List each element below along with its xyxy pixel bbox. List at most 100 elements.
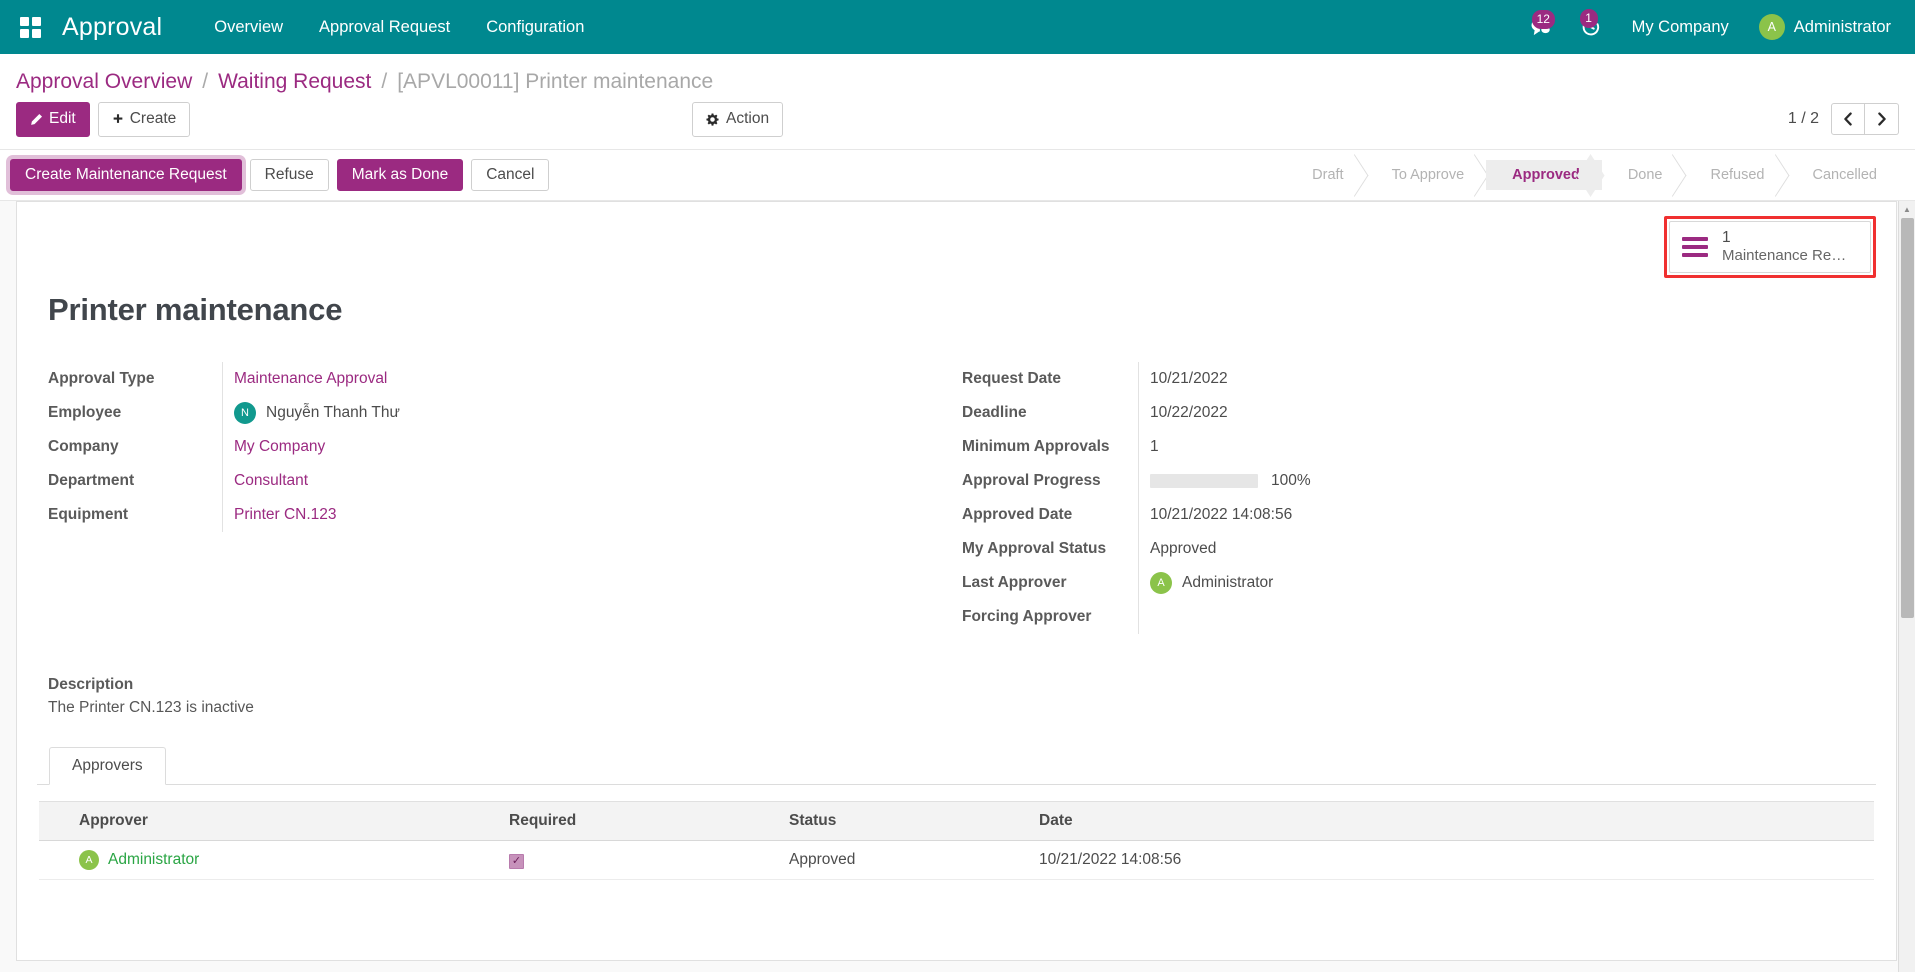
column-date: Date [1029, 801, 1874, 840]
vertical-scrollbar[interactable]: ▲ [1898, 201, 1915, 972]
description-text: The Printer CN.123 is inactive [48, 699, 1876, 717]
smart-button-text: 1 Maintenance Req… [1722, 229, 1854, 265]
apps-menu-button[interactable] [10, 7, 50, 47]
gear-icon [706, 113, 719, 126]
field-label-equipment: Equipment [48, 503, 222, 527]
field-label-request-date: Request Date [962, 367, 1138, 391]
field-department: Department Consultant [48, 464, 902, 498]
cell-approver: A Administrator [69, 840, 499, 879]
scroll-up-arrow-icon[interactable]: ▲ [1899, 201, 1915, 218]
last-approver-name: Administrator [1182, 574, 1273, 592]
field-last-approver: Last Approver A Administrator [962, 566, 1816, 600]
field-value-forcing-approver[interactable] [1138, 600, 1816, 634]
field-value-request-date: 10/21/2022 [1138, 362, 1816, 396]
control-panel-buttons: Edit Create Action 1 / 2 [16, 98, 1899, 149]
chevron-right-icon [1876, 112, 1888, 126]
table-header-row: Approver Required Status Date [39, 801, 1874, 840]
column-handle [39, 801, 69, 840]
approval-progress-widget: 100% [1150, 472, 1311, 490]
activities-button[interactable]: 1 [1566, 11, 1616, 43]
approvers-table: Approver Required Status Date A [39, 801, 1874, 880]
menu-item-overview[interactable]: Overview [196, 1, 301, 54]
action-menu-button[interactable]: Action [692, 102, 783, 137]
required-checkbox[interactable]: ✓ [509, 854, 524, 869]
app-brand-title[interactable]: Approval [62, 13, 162, 42]
breadcrumb-item-waiting-request[interactable]: Waiting Request [218, 70, 371, 94]
smart-buttons-row: 1 Maintenance Req… [37, 216, 1876, 278]
smart-button-count: 1 [1722, 229, 1854, 247]
equipment-link[interactable]: Printer CN.123 [234, 506, 337, 524]
field-my-approval-status: My Approval Status Approved [962, 532, 1816, 566]
stage-approved[interactable]: Approved [1486, 160, 1602, 190]
field-value-deadline: 10/22/2022 [1138, 396, 1816, 430]
field-label-employee: Employee [48, 401, 222, 425]
user-menu[interactable]: A Administrator [1745, 6, 1897, 48]
pencil-icon [30, 113, 43, 126]
tab-approvers[interactable]: Approvers [49, 747, 166, 785]
last-approver-value[interactable]: A Administrator [1150, 572, 1273, 594]
employee-avatar: N [234, 402, 256, 424]
cancel-button[interactable]: Cancel [471, 159, 549, 191]
column-approver: Approver [69, 801, 499, 840]
breadcrumb-item-approval-overview[interactable]: Approval Overview [16, 70, 192, 94]
stage-cancelled[interactable]: Cancelled [1787, 160, 1900, 190]
stage-to-approve[interactable]: To Approve [1366, 160, 1487, 190]
user-name-label: Administrator [1794, 18, 1891, 37]
approver-name: Administrator [108, 851, 199, 869]
company-switcher[interactable]: My Company [1616, 1, 1745, 54]
pager-previous-button[interactable] [1831, 103, 1865, 135]
field-value-last-approver: A Administrator [1138, 566, 1816, 600]
pager-next-button[interactable] [1865, 103, 1899, 135]
progress-bar-track [1150, 474, 1258, 488]
approver-avatar: A [79, 850, 99, 870]
employee-value[interactable]: N Nguyễn Thanh Thư [234, 402, 400, 424]
activities-count-badge: 1 [1580, 9, 1598, 28]
field-company: Company My Company [48, 430, 902, 464]
company-link[interactable]: My Company [234, 438, 325, 456]
stage-draft[interactable]: Draft [1286, 160, 1365, 190]
field-group-right: Request Date 10/21/2022 Deadline 10/22/2… [962, 362, 1876, 634]
approver-person[interactable]: A Administrator [79, 850, 489, 870]
notebook-tabs: Approvers [37, 747, 1876, 785]
create-button[interactable]: Create [98, 102, 191, 137]
cell-required: ✓ [499, 840, 779, 879]
approval-type-link[interactable]: Maintenance Approval [234, 370, 387, 388]
field-request-date: Request Date 10/21/2022 [962, 362, 1816, 396]
list-lines-icon [1682, 237, 1708, 257]
approvers-table-body: A Administrator ✓ Approved 10/21/2022 14… [39, 840, 1874, 879]
menu-item-approval-request[interactable]: Approval Request [301, 1, 468, 54]
field-value-company: My Company [222, 430, 902, 464]
edit-button[interactable]: Edit [16, 102, 90, 137]
mark-as-done-button[interactable]: Mark as Done [337, 159, 463, 191]
field-approval-progress: Approval Progress 100% [962, 464, 1816, 498]
cell-date: 10/21/2022 14:08:56 [1029, 840, 1874, 879]
create-button-label: Create [130, 109, 177, 130]
field-label-minimum-approvals: Minimum Approvals [962, 435, 1138, 459]
department-link[interactable]: Consultant [234, 472, 308, 490]
smart-button-label: Maintenance Req… [1722, 247, 1854, 265]
page-title: Printer maintenance [48, 292, 1876, 328]
field-label-forcing-approver: Forcing Approver [962, 605, 1138, 629]
menu-item-configuration[interactable]: Configuration [468, 1, 602, 54]
refuse-button[interactable]: Refuse [250, 159, 329, 191]
table-row[interactable]: A Administrator ✓ Approved 10/21/2022 14… [39, 840, 1874, 879]
user-avatar: A [1759, 14, 1785, 40]
stage-refused[interactable]: Refused [1684, 160, 1786, 190]
messages-button[interactable]: 12 [1516, 12, 1566, 42]
field-forcing-approver: Forcing Approver [962, 600, 1816, 634]
control-panel: Approval Overview / Waiting Request / [A… [0, 54, 1915, 150]
navbar-right: 12 1 My Company A Administrator [1516, 1, 1897, 54]
create-maintenance-request-button[interactable]: Create Maintenance Request [10, 159, 242, 191]
column-required: Required [499, 801, 779, 840]
notebook: Approvers Approver Required Status Date [37, 747, 1876, 880]
stage-done[interactable]: Done [1602, 160, 1685, 190]
main-menu: Overview Approval Request Configuration [196, 1, 602, 54]
field-label-deadline: Deadline [962, 401, 1138, 425]
breadcrumb-item-current: [APVL00011] Printer maintenance [397, 70, 713, 94]
field-value-approval-progress: 100% [1138, 464, 1816, 498]
field-value-department: Consultant [222, 464, 902, 498]
smart-button-highlight: 1 Maintenance Req… [1664, 216, 1876, 278]
field-value-approval-type: Maintenance Approval [222, 362, 902, 396]
maintenance-request-smart-button[interactable]: 1 Maintenance Req… [1669, 221, 1871, 273]
scrollbar-thumb[interactable] [1901, 218, 1914, 618]
